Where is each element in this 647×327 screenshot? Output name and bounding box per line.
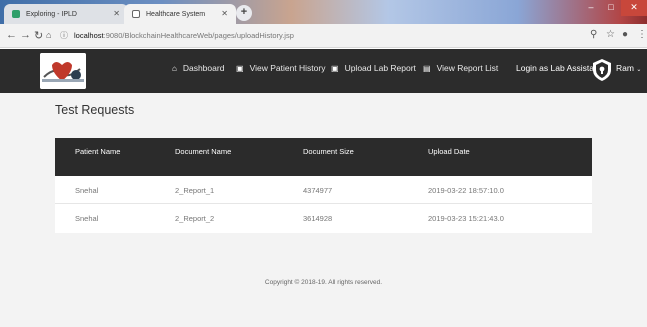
nav-label: View Report List	[436, 63, 499, 73]
column-header: Document Size	[303, 147, 354, 156]
site-info-icon[interactable]: ⓘ	[60, 31, 68, 40]
nav-label: Upload Lab Report	[344, 63, 416, 73]
cell-document: 2_Report_2	[175, 214, 215, 223]
file-icon: ▤	[423, 63, 431, 73]
nav-label: Dashboard	[182, 63, 225, 73]
column-header: Upload Date	[428, 147, 470, 156]
app-navbar: ⌂ Dashboard ▣ View Patient History ▣ Upl…	[0, 49, 647, 93]
chevron-down-icon: ⌄	[636, 67, 642, 73]
nav-view-patient-history[interactable]: ▣ View Patient History	[236, 63, 325, 73]
column-header: Document Name	[175, 147, 232, 156]
column-header: Patient Name	[75, 147, 121, 156]
main-content: Test Requests Patient Name Document Name…	[0, 93, 647, 327]
table-header: Patient Name Document Name Document Size…	[55, 138, 592, 176]
back-icon[interactable]: ←	[6, 29, 17, 41]
close-window-icon[interactable]: ✕	[621, 0, 647, 16]
browser-tab-exploring[interactable]: Exploring - IPLD ✕	[4, 4, 128, 24]
tab-close-icon[interactable]: ✕	[113, 9, 120, 18]
page-icon	[132, 10, 140, 18]
logo-image	[40, 53, 86, 89]
shield-lock-icon	[593, 59, 611, 81]
footer-copyright: Copyright © 2018-19. All rights reserved…	[264, 279, 383, 286]
cell-date: 2019-03-22 18:57:10.0	[428, 186, 504, 195]
cell-date: 2019-03-23 15:21:43.0	[428, 214, 504, 223]
browser-tabstrip: Exploring - IPLD ✕ Healthcare System ✕ +…	[0, 0, 647, 24]
window-controls: – □ ✕	[581, 0, 647, 16]
briefcase-icon: ▣	[236, 63, 244, 73]
minimize-icon[interactable]: –	[581, 0, 601, 16]
bookmark-star-icon[interactable]: ☆	[606, 29, 615, 40]
zoom-icon[interactable]: ⚲	[590, 29, 597, 40]
cell-size: 4374977	[303, 186, 333, 195]
nav-dashboard[interactable]: ⌂ Dashboard	[172, 63, 224, 73]
cell-size: 3614928	[303, 214, 333, 223]
test-requests-table: Patient Name Document Name Document Size…	[55, 138, 592, 233]
browser-tab-healthcare[interactable]: Healthcare System ✕	[124, 4, 236, 24]
home-icon[interactable]: ⌂	[46, 30, 51, 40]
cell-patient: Snehal	[75, 214, 99, 223]
tab-favicon	[12, 10, 20, 18]
url-path: :9080/BlockchainHealthcareWeb/pages/uplo…	[103, 31, 294, 40]
login-role-label: Login as Lab Assistant	[516, 63, 602, 73]
cell-patient: Snehal	[75, 186, 99, 195]
table-row: Snehal 2_Report_2 3614928 2019-03-23 15:…	[55, 204, 592, 232]
nav-label: View Patient History	[249, 63, 326, 73]
url-host: localhost	[74, 31, 104, 40]
user-menu[interactable]: Ram ⌄	[616, 63, 641, 73]
maximize-icon[interactable]: □	[601, 0, 621, 16]
user-name: Ram	[616, 63, 634, 73]
table-row: Snehal 2_Report_1 4374977 2019-03-22 18:…	[55, 176, 592, 204]
profile-icon[interactable]: ●	[622, 29, 628, 40]
address-bar: ← → ↻ ⌂ ⓘ localhost:9080/BlockchainHealth…	[0, 24, 647, 48]
nav-view-report-list[interactable]: ▤ View Report List	[423, 63, 498, 73]
cell-document: 2_Report_1	[175, 186, 215, 195]
logo[interactable]	[40, 53, 86, 89]
tab-close-icon[interactable]: ✕	[221, 9, 228, 18]
tab-title: Exploring - IPLD	[26, 10, 77, 18]
menu-icon[interactable]: ⋮	[637, 29, 647, 40]
forward-icon[interactable]: →	[20, 29, 31, 41]
nav-upload-lab-report[interactable]: ▣ Upload Lab Report	[331, 63, 416, 73]
new-tab-button[interactable]: +	[236, 5, 252, 21]
reload-icon[interactable]: ↻	[34, 29, 43, 42]
home-icon: ⌂	[172, 63, 177, 73]
page-title: Test Requests	[55, 103, 135, 117]
tab-title: Healthcare System	[146, 10, 206, 18]
url-field[interactable]: ⓘ localhost:9080/BlockchainHealthcareWeb/…	[60, 28, 294, 44]
briefcase-icon: ▣	[331, 63, 339, 73]
